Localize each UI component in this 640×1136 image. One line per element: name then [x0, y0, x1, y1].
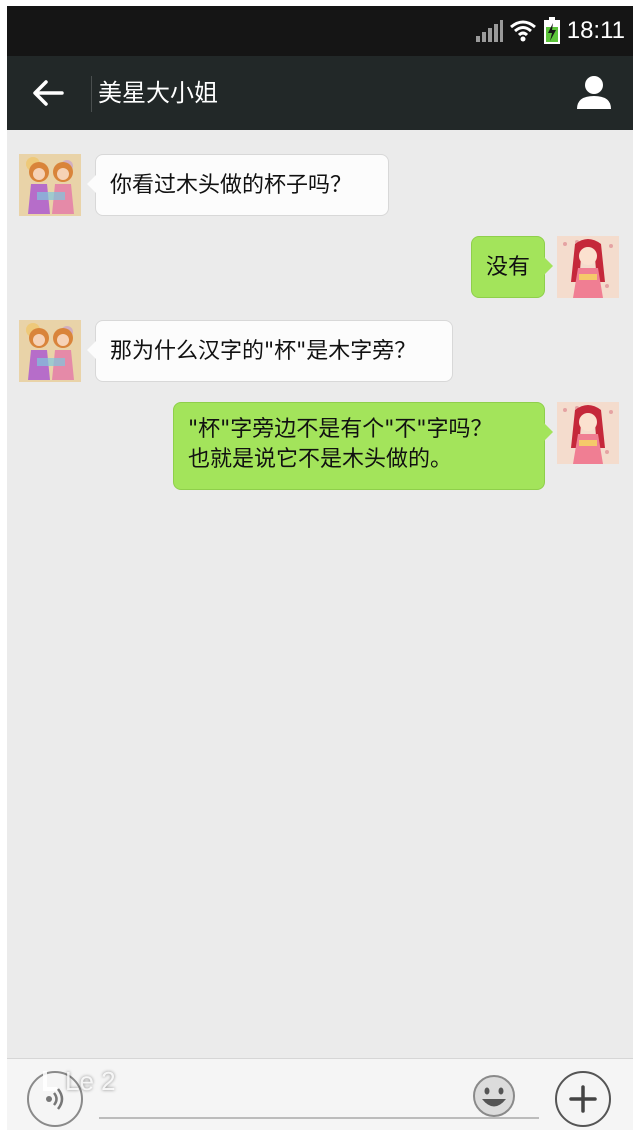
- status-time: 18:11: [566, 17, 625, 44]
- device-watermark: Le 2: [41, 1066, 116, 1097]
- chat-title: 美星大小姐: [98, 79, 218, 107]
- plus-icon: [569, 1085, 597, 1113]
- chat-header: 美星大小姐: [7, 56, 633, 130]
- outgoing-message[interactable]: "杯"字旁边不是有个"不"字吗？ 也就是说它不是木头做的。: [173, 402, 553, 490]
- header-divider: [91, 76, 92, 112]
- contact-avatar[interactable]: [19, 320, 81, 382]
- app-frame: 18:11 美星大小姐 你看过木头做的杯子吗？ 没有 那为什么汉字的"杯"是木字…: [7, 6, 633, 1130]
- watermark-text: Le 2: [65, 1066, 116, 1096]
- emoji-icon: [473, 1075, 515, 1117]
- contact-profile-button[interactable]: [569, 70, 619, 116]
- contact-avatar[interactable]: [19, 154, 81, 216]
- my-avatar[interactable]: [557, 236, 619, 298]
- arrow-left-icon: [33, 80, 64, 106]
- message-text-line: "杯"字旁边不是有个"不"字吗？: [188, 417, 493, 442]
- message-text: 你看过木头做的杯子吗？: [110, 173, 353, 198]
- signal-icon: [475, 20, 503, 42]
- status-icons: 18:11: [475, 16, 625, 46]
- more-options-button[interactable]: [555, 1071, 611, 1127]
- message-text-line: 也就是说它不是木头做的。: [188, 447, 453, 472]
- wifi-icon: [509, 20, 536, 42]
- message-text: 那为什么汉字的"杯"是木字旁？: [110, 339, 417, 364]
- person-icon: [577, 76, 611, 109]
- incoming-message[interactable]: 你看过木头做的杯子吗？: [87, 154, 389, 216]
- battery-charging-icon: [543, 17, 560, 44]
- outgoing-message[interactable]: 没有: [471, 236, 553, 298]
- incoming-message[interactable]: 那为什么汉字的"杯"是木字旁？: [87, 320, 453, 382]
- message-list: 你看过木头做的杯子吗？ 没有 那为什么汉字的"杯"是木字旁？ "杯"字旁边不是有…: [7, 130, 633, 1058]
- status-bar: 18:11: [7, 6, 633, 56]
- emoji-button[interactable]: [469, 1071, 519, 1121]
- message-text: 没有: [486, 255, 531, 280]
- le-logo-icon: [43, 1070, 57, 1091]
- my-avatar[interactable]: [557, 402, 619, 464]
- back-button[interactable]: [25, 70, 71, 116]
